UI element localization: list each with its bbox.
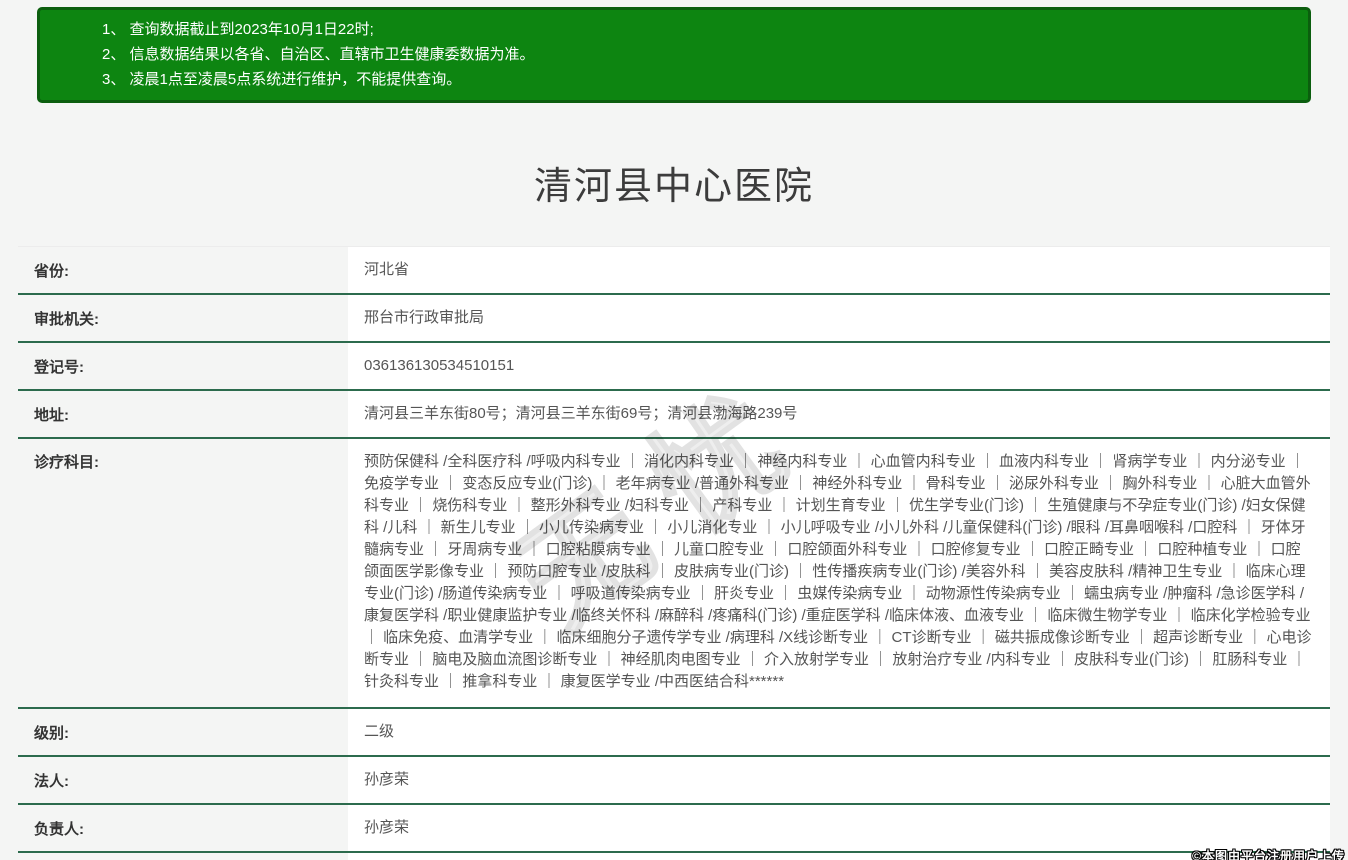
row-value: 预防保健科 /全科医疗科 /呼吸内科专业 ｜ 消化内科专业 ｜ 神经内科专业 ｜… xyxy=(348,439,1330,707)
row-label: 地址: xyxy=(18,391,348,437)
table-row-license-validity: 执业许可证有效期: 2015/7/2 -至- 2030/7/1 xyxy=(18,853,1330,860)
notice-line-1: 1、 查询数据截止到2023年10月1日22时; xyxy=(102,17,1288,42)
row-value: 邢台市行政审批局 xyxy=(348,295,1330,341)
table-row-person-in-charge: 负责人: 孙彦荣 xyxy=(18,805,1330,853)
row-label: 负责人: xyxy=(18,805,348,851)
row-label: 级别: xyxy=(18,709,348,755)
row-value: 二级 xyxy=(348,709,1330,755)
page-title: 清河县中心医院 xyxy=(0,155,1348,210)
notice-line-3: 3、 凌晨1点至凌晨5点系统进行维护，不能提供查询。 xyxy=(102,67,1288,92)
table-row-legal-person: 法人: 孙彦荣 xyxy=(18,757,1330,805)
image-credit-watermark: ©本图由平台注册用户上传 xyxy=(1192,847,1345,860)
row-value: 孙彦荣 xyxy=(348,757,1330,803)
row-label: 审批机关: xyxy=(18,295,348,341)
table-row-level: 级别: 二级 xyxy=(18,709,1330,757)
table-row-address: 地址: 清河县三羊东街80号；清河县三羊东街69号；清河县渤海路239号 xyxy=(18,391,1330,439)
notice-line-2: 2、 信息数据结果以各省、自治区、直辖市卫生健康委数据为准。 xyxy=(102,42,1288,67)
notice-box: 1、 查询数据截止到2023年10月1日22时; 2、 信息数据结果以各省、自治… xyxy=(37,7,1311,103)
row-value: 2015/7/2 -至- 2030/7/1 xyxy=(348,853,1330,860)
table-row-medical-departments: 诊疗科目: 预防保健科 /全科医疗科 /呼吸内科专业 ｜ 消化内科专业 ｜ 神经… xyxy=(18,439,1330,709)
row-value: 清河县三羊东街80号；清河县三羊东街69号；清河县渤海路239号 xyxy=(348,391,1330,437)
table-row-registration-number: 登记号: 036136130534510151 xyxy=(18,343,1330,391)
table-row-approval-authority: 审批机关: 邢台市行政审批局 xyxy=(18,295,1330,343)
row-value: 孙彦荣 xyxy=(348,805,1330,851)
row-value: 036136130534510151 xyxy=(348,343,1330,389)
row-label: 诊疗科目: xyxy=(18,439,348,707)
hospital-info-table: 省份: 河北省 审批机关: 邢台市行政审批局 登记号: 036136130534… xyxy=(18,246,1330,860)
row-label: 省份: xyxy=(18,247,348,293)
table-row-province: 省份: 河北省 xyxy=(18,247,1330,295)
row-label: 登记号: xyxy=(18,343,348,389)
row-label: 执业许可证有效期: xyxy=(18,853,348,860)
row-label: 法人: xyxy=(18,757,348,803)
row-value: 河北省 xyxy=(348,247,1330,293)
